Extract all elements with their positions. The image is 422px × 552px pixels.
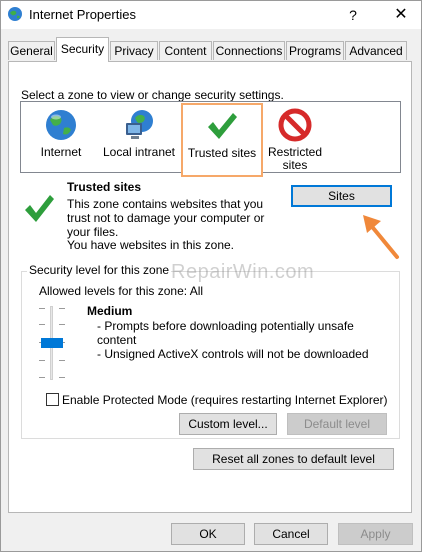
security-level-name: Medium: [87, 304, 133, 318]
cancel-button[interactable]: Cancel: [254, 523, 328, 545]
restricted-icon: [278, 108, 312, 142]
zone-internet[interactable]: Internet: [25, 104, 97, 176]
slider-tick: [39, 377, 45, 378]
tab-advanced-label: Advanced: [349, 44, 403, 58]
security-level-description: - Prompts before downloading potentially…: [97, 319, 387, 361]
level-bullet: - Prompts before downloading potentially…: [97, 319, 354, 347]
help-button[interactable]: ?: [341, 4, 365, 26]
protected-mode-label[interactable]: Enable Protected Mode (requires restarti…: [62, 393, 388, 407]
tab-general[interactable]: General: [8, 41, 55, 60]
slider-tick: [39, 308, 45, 309]
zone-local-intranet[interactable]: Local intranet: [101, 104, 177, 176]
ok-button[interactable]: OK: [171, 523, 245, 545]
zone-trusted-sites[interactable]: Trusted sites: [181, 103, 263, 177]
tab-programs-label: Programs: [288, 44, 341, 58]
internet-properties-icon: [8, 7, 22, 21]
zone-internet-label: Internet: [40, 145, 82, 159]
tab-security[interactable]: Security: [56, 37, 109, 62]
slider-tick: [59, 324, 65, 325]
default-level-button[interactable]: Default level: [287, 413, 387, 435]
slider-tick: [59, 377, 65, 378]
custom-level-button[interactable]: Custom level...: [179, 413, 277, 435]
window-title: Internet Properties: [29, 7, 136, 22]
level-bullet: - Unsigned ActiveX controls will not be …: [97, 347, 369, 361]
security-level-group-label: Security level for this zone: [27, 263, 172, 277]
close-button[interactable]: ✕: [389, 4, 413, 26]
tab-advanced[interactable]: Advanced: [345, 41, 407, 60]
trusted-check-icon: [25, 195, 54, 222]
green-check-icon: [208, 113, 237, 139]
network-computer-icon: [126, 110, 153, 139]
internet-properties-window: Internet Properties ? ✕ General Security…: [0, 0, 422, 552]
zone-restricted-sites[interactable]: Restricted sites: [265, 104, 325, 176]
tab-privacy[interactable]: Privacy: [110, 41, 158, 60]
allowed-levels-text: Allowed levels for this zone: All: [39, 284, 204, 298]
annotation-arrow-icon: [363, 215, 399, 259]
tab-security-label: Security: [60, 42, 105, 56]
slider-tick: [39, 360, 45, 361]
title-bar: Internet Properties ? ✕: [1, 1, 421, 29]
tab-content[interactable]: Content: [159, 41, 212, 60]
tab-privacy-label: Privacy: [114, 44, 154, 58]
watermark: RepairWin.com: [171, 261, 315, 283]
zone-info-title: Trusted sites: [67, 180, 142, 194]
reset-all-zones-button[interactable]: Reset all zones to default level: [193, 448, 394, 470]
slider-tick: [39, 324, 45, 325]
slider-tick: [59, 308, 65, 309]
zone-trusted-sites-label: Trusted sites: [187, 146, 257, 160]
tab-general-label: General: [10, 44, 53, 58]
zone-info-note: You have websites in this zone.: [67, 238, 234, 252]
zone-prompt: Select a zone to view or change security…: [21, 88, 284, 102]
tab-content-label: Content: [164, 44, 207, 58]
slider-thumb[interactable]: [41, 338, 63, 348]
apply-button[interactable]: Apply: [338, 523, 413, 545]
zone-restricted-sites-label: Restricted sites: [267, 145, 323, 172]
zone-info-description: This zone contains websites that you tru…: [67, 197, 265, 239]
zone-local-intranet-label: Local intranet: [102, 145, 176, 159]
protected-mode-checkbox[interactable]: [46, 393, 59, 406]
tab-connections-label: Connections: [215, 44, 283, 58]
tab-programs[interactable]: Programs: [286, 41, 344, 60]
globe-icon: [46, 110, 76, 140]
slider-tick: [59, 360, 65, 361]
tab-connections[interactable]: Connections: [213, 41, 285, 60]
sites-button[interactable]: Sites: [291, 185, 392, 207]
